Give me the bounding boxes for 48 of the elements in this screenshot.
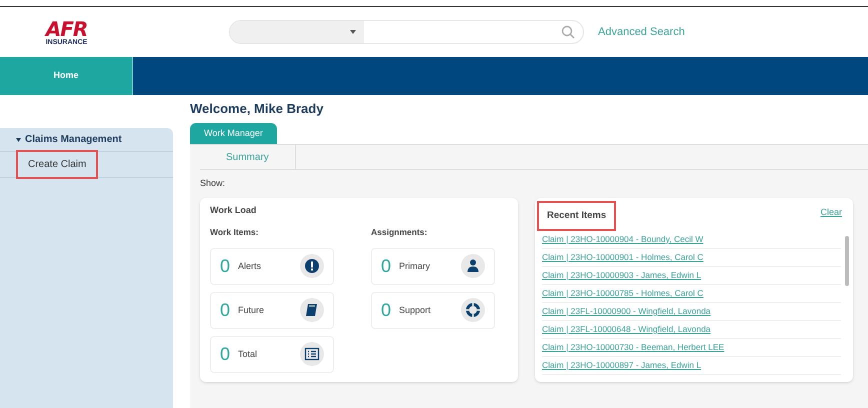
book-icon <box>304 302 320 318</box>
caret-icon <box>16 138 21 142</box>
welcome-heading: Welcome, Mike Brady <box>190 100 324 118</box>
list-icon <box>304 346 320 362</box>
alert-icon <box>304 258 320 274</box>
count-value: 0 <box>381 257 392 276</box>
recent-item-link[interactable]: Claim | 23FL-10000648 - Wingfield, Lavonda <box>542 322 711 336</box>
count-label: Total <box>238 348 258 360</box>
count-label: Support <box>399 304 432 317</box>
count-label: Primary <box>399 260 432 273</box>
count-value: 0 <box>220 345 230 364</box>
count-tile[interactable]: 0 Total <box>210 336 334 373</box>
recent-item-link[interactable]: Claim | 23FL-10000900 - Wingfield, Lavonda <box>542 304 711 318</box>
count-value: 0 <box>220 301 230 320</box>
tab[interactable]: Work Manager <box>190 123 277 144</box>
count-tile[interactable]: 0 Primary <box>371 248 495 285</box>
section-label: Claims Management <box>25 133 122 147</box>
caret-icon <box>350 30 356 34</box>
group-label: Assignments: <box>371 226 428 239</box>
show-label: Show: <box>200 177 226 190</box>
count-tile[interactable]: 0 Alerts <box>210 248 334 285</box>
recent-item-link[interactable]: Claim | 23HO-10000904 - Boundy, Cecil W <box>542 232 704 246</box>
scrollbar-thumb[interactable] <box>845 236 849 286</box>
clear-link[interactable]: Clear <box>820 206 842 219</box>
lifebuoy-icon <box>465 302 481 318</box>
sidebar-section-header[interactable]: Claims Management <box>0 128 173 152</box>
subtab[interactable]: Summary <box>200 145 296 169</box>
count-tile[interactable]: 0 Support <box>371 292 495 329</box>
person-icon <box>465 258 481 274</box>
recent-item-link[interactable]: Claim | 23HO-10000785 - Holmes, Carol C <box>542 286 704 300</box>
count-label: Alerts <box>238 260 262 272</box>
nav-tab[interactable]: Home <box>0 57 133 95</box>
logo-text: AFR <box>46 18 88 38</box>
recent-item-link[interactable]: Claim | 23HO-10000897 - James, Edwin L <box>542 358 702 372</box>
advanced-search-link[interactable]: Advanced Search <box>598 24 685 40</box>
group-label: Work Items: <box>210 226 260 239</box>
search-icon <box>561 25 575 39</box>
card-title: Work Load <box>210 204 258 216</box>
count-label: Future <box>238 304 266 316</box>
card-title: Recent Items <box>537 200 616 231</box>
count-value: 0 <box>381 301 392 320</box>
recent-item-link[interactable]: Claim | 23HO-10000903 - James, Edwin L <box>542 268 702 282</box>
sidebar-item[interactable]: Create Claim <box>16 150 98 179</box>
count-tile[interactable]: 0 Future <box>210 292 334 329</box>
search-type-dropdown[interactable] <box>230 21 364 43</box>
count-value: 0 <box>220 257 230 276</box>
recent-item-link[interactable]: Claim | 23HO-10000901 - Holmes, Carol C <box>542 250 704 264</box>
recent-item-link[interactable]: Claim | 23HO-10000730 - Beeman, Herbert LEE <box>542 340 724 354</box>
